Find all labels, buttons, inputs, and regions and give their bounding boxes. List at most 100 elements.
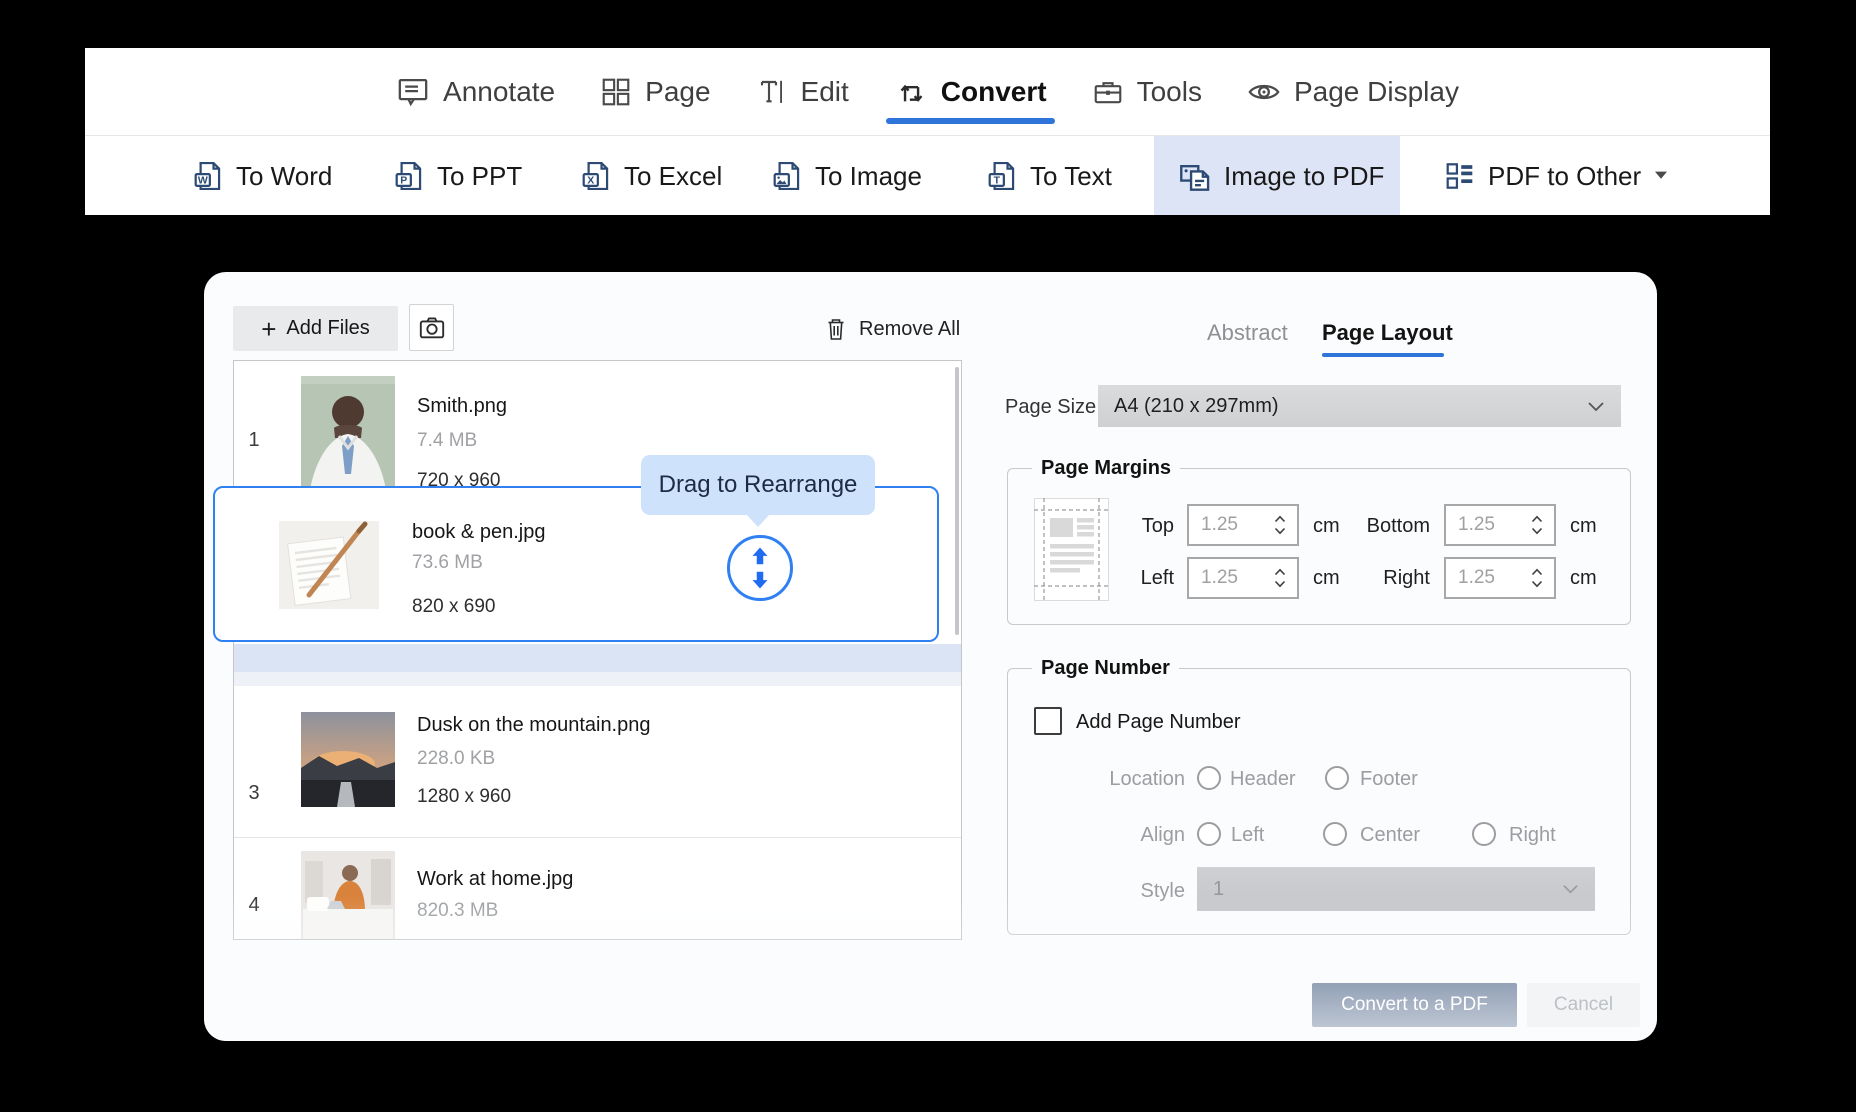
file-list: 1 Smith.png 7.4 MB 720 x 960 bbox=[233, 360, 962, 940]
convert-to-pdf-button[interactable]: Convert to a PDF bbox=[1312, 983, 1517, 1027]
up-down-arrows-icon bbox=[746, 545, 774, 591]
convert-arrows-icon bbox=[894, 75, 928, 109]
align-center-radio[interactable] bbox=[1323, 822, 1347, 846]
subtab-label: To Word bbox=[236, 161, 332, 191]
page-margins-diagram-icon bbox=[1034, 498, 1109, 601]
subtab-image-to-pdf[interactable]: Image to PDF bbox=[1154, 136, 1400, 215]
tab-label: Annotate bbox=[443, 76, 555, 108]
tab-edit[interactable]: Edit bbox=[756, 48, 849, 135]
svg-text:W: W bbox=[198, 175, 208, 186]
margin-bottom-label: Bottom bbox=[1338, 514, 1430, 538]
location-header-radio[interactable] bbox=[1197, 766, 1221, 790]
chevron-down-icon bbox=[1562, 884, 1595, 894]
page-size-label: Page Size bbox=[1005, 396, 1096, 419]
remove-all-button[interactable]: Remove All bbox=[824, 314, 960, 344]
excel-file-icon: X bbox=[580, 160, 612, 192]
file-dimensions: 820 x 690 bbox=[412, 595, 495, 618]
annotate-icon bbox=[396, 75, 430, 109]
subtab-to-text[interactable]: T To Text bbox=[986, 136, 1112, 215]
align-label: Align bbox=[1065, 823, 1185, 847]
image-to-pdf-dialog: + Add Files Remove All bbox=[204, 272, 1657, 1041]
tab-label: Convert bbox=[941, 76, 1047, 108]
stepper-arrows[interactable] bbox=[1274, 515, 1297, 535]
stepper-arrows[interactable] bbox=[1531, 568, 1554, 588]
tab-page-layout[interactable]: Page Layout bbox=[1322, 320, 1453, 346]
file-size: 820.3 MB bbox=[417, 899, 498, 922]
panel-tab-underline bbox=[1322, 353, 1444, 357]
stepper-down-icon bbox=[1274, 527, 1286, 535]
tab-tools[interactable]: Tools bbox=[1092, 48, 1202, 135]
add-page-number-checkbox[interactable] bbox=[1034, 707, 1062, 735]
drag-handle[interactable] bbox=[727, 535, 793, 601]
tab-page-display[interactable]: Page Display bbox=[1247, 48, 1459, 135]
tab-label: Page bbox=[645, 76, 710, 108]
word-file-icon: W bbox=[192, 160, 224, 192]
page-number-legend: Page Number bbox=[1032, 655, 1179, 681]
margin-left-label: Left bbox=[1128, 566, 1174, 590]
file-thumbnail-bookpen bbox=[279, 521, 379, 609]
location-footer-radio[interactable] bbox=[1325, 766, 1349, 790]
margin-top-input[interactable]: 1.25 bbox=[1187, 504, 1299, 546]
toolbox-icon bbox=[1092, 76, 1124, 108]
active-tab-underline bbox=[886, 118, 1055, 124]
stepper-arrows[interactable] bbox=[1531, 515, 1554, 535]
scrollbar-thumb[interactable] bbox=[955, 367, 959, 635]
page-size-dropdown[interactable]: A4 (210 x 297mm) bbox=[1098, 385, 1621, 427]
file-index: 4 bbox=[242, 894, 266, 917]
page-margins-legend: Page Margins bbox=[1032, 455, 1180, 481]
eye-icon bbox=[1247, 75, 1281, 109]
stepper-arrows[interactable] bbox=[1274, 568, 1297, 588]
tab-page[interactable]: Page bbox=[600, 48, 710, 135]
convert-subtabs: W To Word P To PPT bbox=[85, 136, 1770, 215]
row-divider bbox=[234, 837, 961, 838]
subtab-to-image[interactable]: To Image bbox=[771, 136, 922, 215]
margin-left-input[interactable]: 1.25 bbox=[1187, 557, 1299, 599]
location-label: Location bbox=[1065, 767, 1185, 791]
stepper-up-icon bbox=[1274, 515, 1286, 523]
file-size: 73.6 MB bbox=[412, 551, 483, 574]
margin-top-label: Top bbox=[1128, 514, 1174, 538]
chevron-down-icon bbox=[1587, 401, 1621, 412]
add-page-number-label: Add Page Number bbox=[1076, 710, 1241, 734]
stepper-down-icon bbox=[1274, 580, 1286, 588]
subtab-label: To Image bbox=[815, 161, 922, 191]
svg-text:X: X bbox=[587, 175, 594, 186]
pdf-to-other-icon bbox=[1444, 160, 1476, 192]
stepper-up-icon bbox=[1531, 568, 1543, 576]
page-margins-group: Page Margins Top 1.25 bbox=[1007, 468, 1631, 625]
margin-right-input[interactable]: 1.25 bbox=[1444, 557, 1556, 599]
file-thumbnail-dusk bbox=[301, 712, 395, 807]
tab-abstract[interactable]: Abstract bbox=[1207, 320, 1288, 346]
camera-capture-button[interactable] bbox=[409, 304, 454, 351]
file-index: 3 bbox=[242, 782, 266, 805]
camera-icon bbox=[418, 314, 446, 342]
file-size: 7.4 MB bbox=[417, 429, 477, 452]
subtab-label: Image to PDF bbox=[1224, 161, 1384, 191]
style-label: Style bbox=[1065, 879, 1185, 903]
file-thumbnail-smith bbox=[301, 376, 395, 496]
subtab-label: To Excel bbox=[624, 161, 722, 191]
drop-target-highlight bbox=[234, 644, 961, 672]
page-number-style-dropdown[interactable]: 1 bbox=[1197, 867, 1595, 911]
margin-right-label: Right bbox=[1338, 566, 1430, 590]
tab-convert[interactable]: Convert bbox=[894, 48, 1047, 135]
file-name: book & pen.jpg bbox=[412, 520, 545, 544]
image-to-pdf-icon bbox=[1178, 159, 1212, 193]
cancel-button[interactable]: Cancel bbox=[1527, 983, 1640, 1027]
file-thumbnail-work bbox=[301, 851, 395, 940]
subtab-to-word[interactable]: W To Word bbox=[192, 136, 332, 215]
subtab-to-excel[interactable]: X To Excel bbox=[580, 136, 722, 215]
drag-tooltip: Drag to Rearrange bbox=[641, 455, 875, 515]
tab-label: Page Display bbox=[1294, 76, 1459, 108]
tab-annotate[interactable]: Annotate bbox=[396, 48, 555, 135]
stepper-up-icon bbox=[1274, 568, 1286, 576]
margin-bottom-input[interactable]: 1.25 bbox=[1444, 504, 1556, 546]
subtab-pdf-to-other[interactable]: PDF to Other bbox=[1444, 136, 1669, 215]
drop-target-shadow bbox=[234, 672, 961, 686]
add-files-button[interactable]: + Add Files bbox=[233, 306, 398, 351]
file-size: 228.0 KB bbox=[417, 747, 495, 770]
align-right-radio[interactable] bbox=[1472, 822, 1496, 846]
screenshot-stage: Annotate Page Edit bbox=[0, 0, 1856, 1112]
align-left-radio[interactable] bbox=[1197, 822, 1221, 846]
subtab-to-ppt[interactable]: P To PPT bbox=[393, 136, 522, 215]
